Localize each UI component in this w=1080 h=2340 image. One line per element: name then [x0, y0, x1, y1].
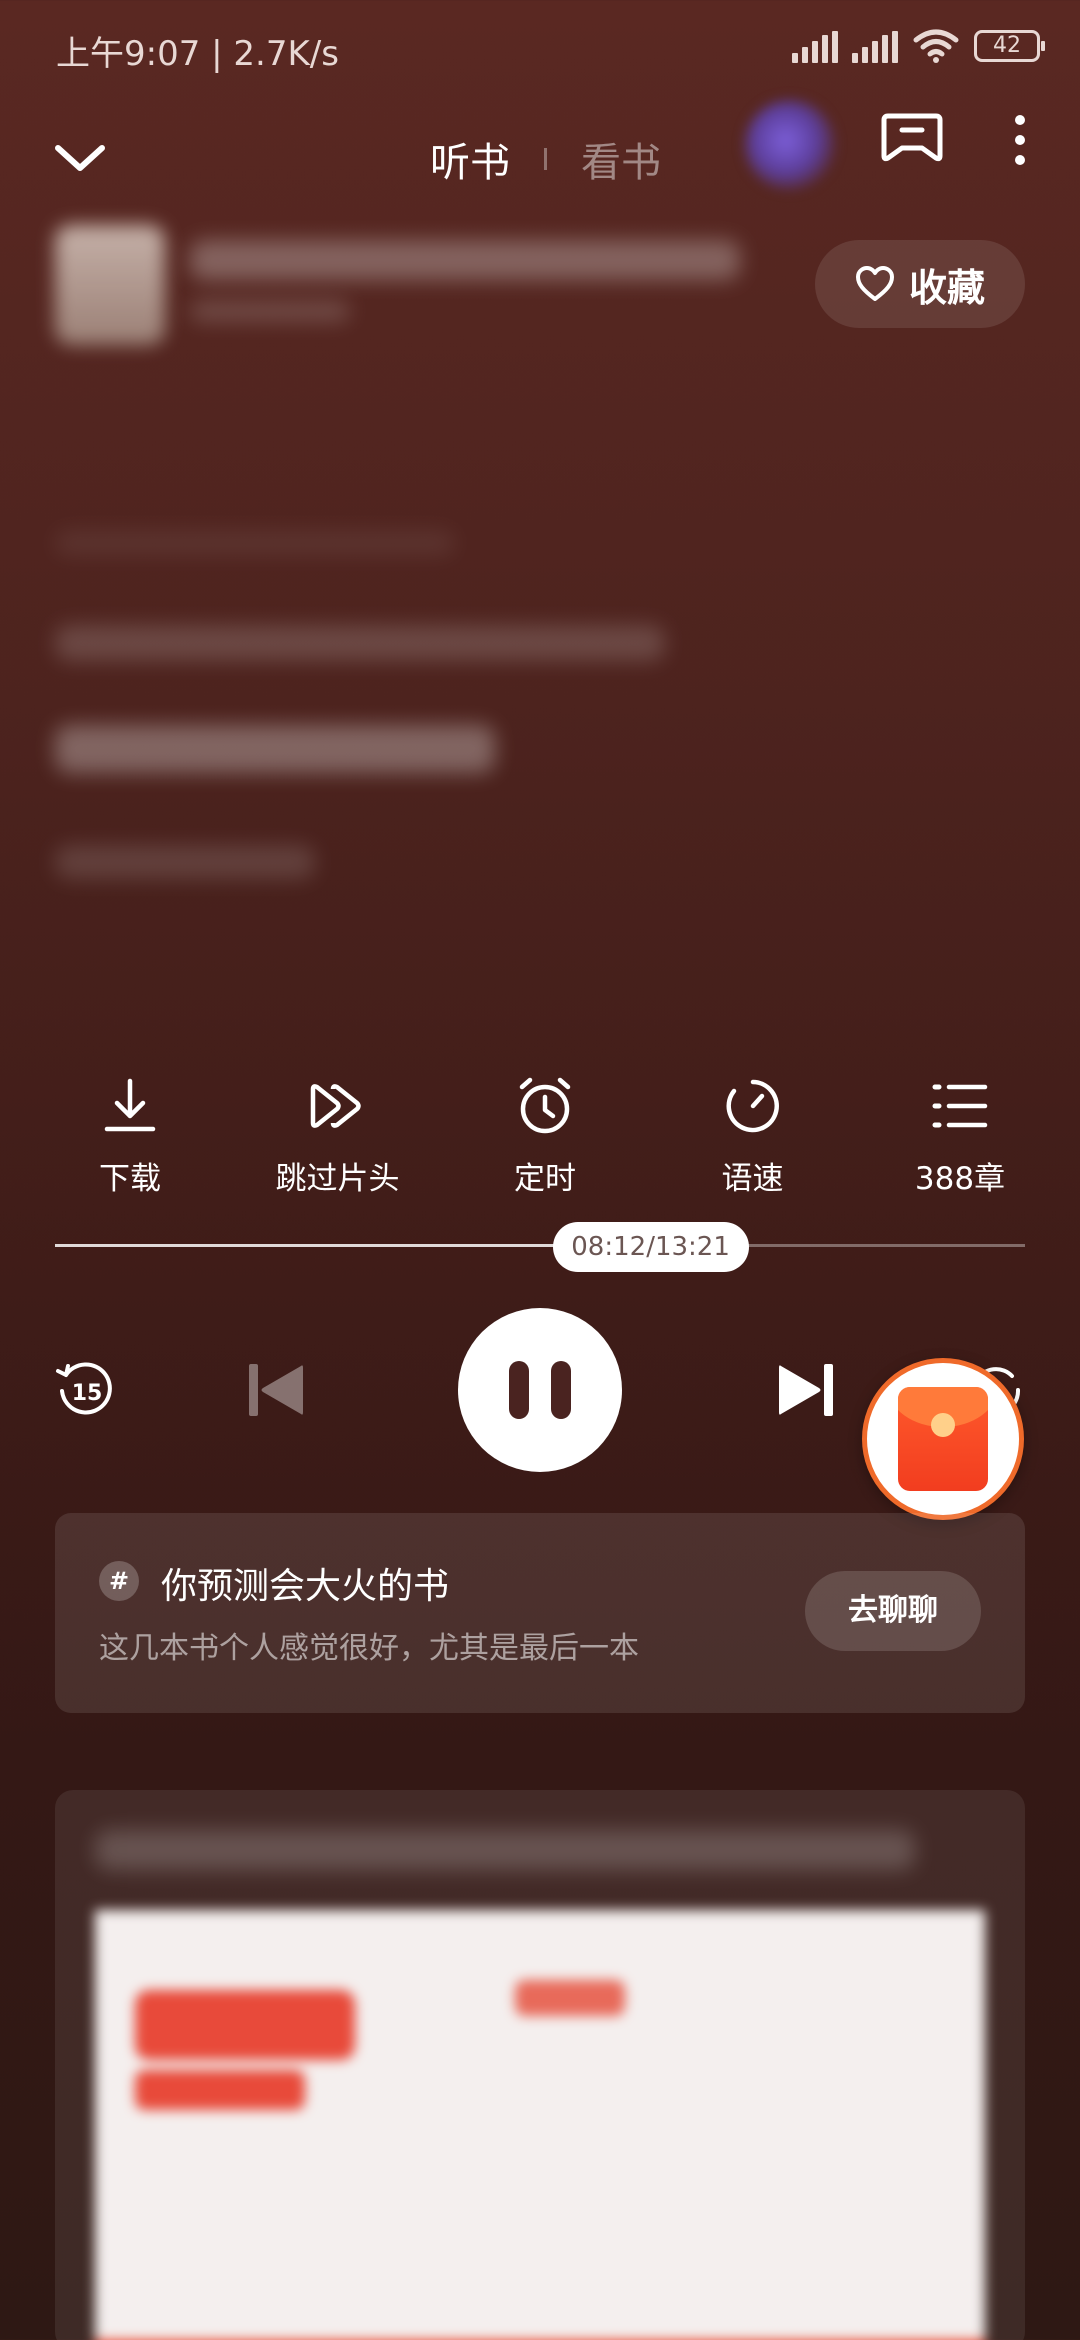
speed-icon	[725, 1079, 779, 1133]
chevron-down-icon	[55, 145, 105, 171]
book-cover[interactable]	[55, 225, 165, 345]
topic-card[interactable]: # 你预测会大火的书 这几本书个人感觉很好，尤其是最后一本 去聊聊	[55, 1513, 1025, 1713]
avatar[interactable]	[745, 100, 835, 190]
favorite-label: 收藏	[908, 265, 985, 310]
download-label: 下载	[99, 1161, 161, 1197]
rewind-15-button[interactable]: 15	[50, 1350, 120, 1430]
topic-title: 你预测会大火的书	[161, 1566, 450, 1607]
action-row: 下载 跳过片头 定时 语速 388章	[30, 1075, 1060, 1205]
chapter-list-button[interactable]: 388章	[860, 1075, 1060, 1205]
promo-card[interactable]	[55, 1790, 1025, 2340]
blurred-text-line	[55, 845, 315, 879]
timer-icon	[519, 1077, 571, 1134]
next-chapter-button[interactable]	[772, 1350, 842, 1430]
speed-label: 语速	[721, 1161, 784, 1197]
blurred-text-line	[55, 725, 495, 773]
tab-read[interactable]: 看书	[581, 130, 661, 188]
status-bar: 上午9:07 | 2.7K/s 42	[0, 0, 1080, 100]
red-packet-icon	[898, 1387, 988, 1491]
rewind-15-icon: 15	[56, 1362, 112, 1415]
previous-chapter-button[interactable]	[240, 1350, 310, 1430]
book-title-blurred	[190, 240, 740, 280]
progress-thumb-time[interactable]: 08:12/13:21	[552, 1222, 749, 1272]
go-chat-button[interactable]: 去聊聊	[805, 1571, 981, 1651]
speed-button[interactable]: 语速	[653, 1075, 853, 1205]
pause-button[interactable]	[458, 1308, 622, 1472]
chapter-list-icon	[932, 1084, 988, 1128]
promo-image	[95, 1910, 985, 2340]
mode-tabs: 听书 看书	[430, 130, 661, 188]
game-button[interactable]	[880, 108, 944, 172]
wifi-icon	[913, 29, 959, 63]
download-button[interactable]: 下载	[30, 1075, 230, 1205]
more-button[interactable]	[1000, 110, 1040, 170]
blurred-text-line	[95, 1830, 915, 1870]
heart-icon	[855, 266, 894, 301]
status-icons: 42	[792, 28, 1045, 64]
skip-intro-button[interactable]: 跳过片头	[238, 1075, 438, 1205]
collapse-button[interactable]	[50, 128, 110, 188]
timer-label: 定时	[514, 1161, 576, 1197]
rewind-15-label: 15	[72, 1381, 103, 1406]
skip-next-icon	[779, 1364, 833, 1416]
battery-icon: 42	[974, 30, 1045, 62]
tab-divider	[544, 148, 547, 170]
more-vertical-icon	[1015, 115, 1025, 165]
status-time: 上午9:07 | 2.7K/s	[56, 34, 339, 74]
topic-subtitle: 这几本书个人感觉很好，尤其是最后一本	[99, 1631, 639, 1666]
blurred-text-line	[55, 625, 665, 661]
gamepad-icon	[881, 113, 943, 162]
book-author-blurred	[190, 300, 350, 322]
blurred-text-line	[55, 530, 455, 556]
chapter-count-label: 388章	[914, 1161, 1006, 1197]
download-icon	[104, 1078, 156, 1132]
pause-icon	[509, 1361, 529, 1419]
signal-hd-icon	[852, 29, 898, 63]
skip-previous-icon	[249, 1364, 303, 1416]
tab-listen[interactable]: 听书	[430, 130, 510, 188]
signal-icon	[792, 29, 838, 63]
timer-button[interactable]: 定时	[445, 1075, 645, 1205]
red-packet-button[interactable]	[862, 1358, 1024, 1520]
hashtag-icon: #	[99, 1561, 139, 1601]
skip-intro-label: 跳过片头	[275, 1161, 400, 1197]
favorite-button[interactable]: 收藏	[815, 240, 1025, 328]
skip-intro-icon	[310, 1084, 361, 1128]
